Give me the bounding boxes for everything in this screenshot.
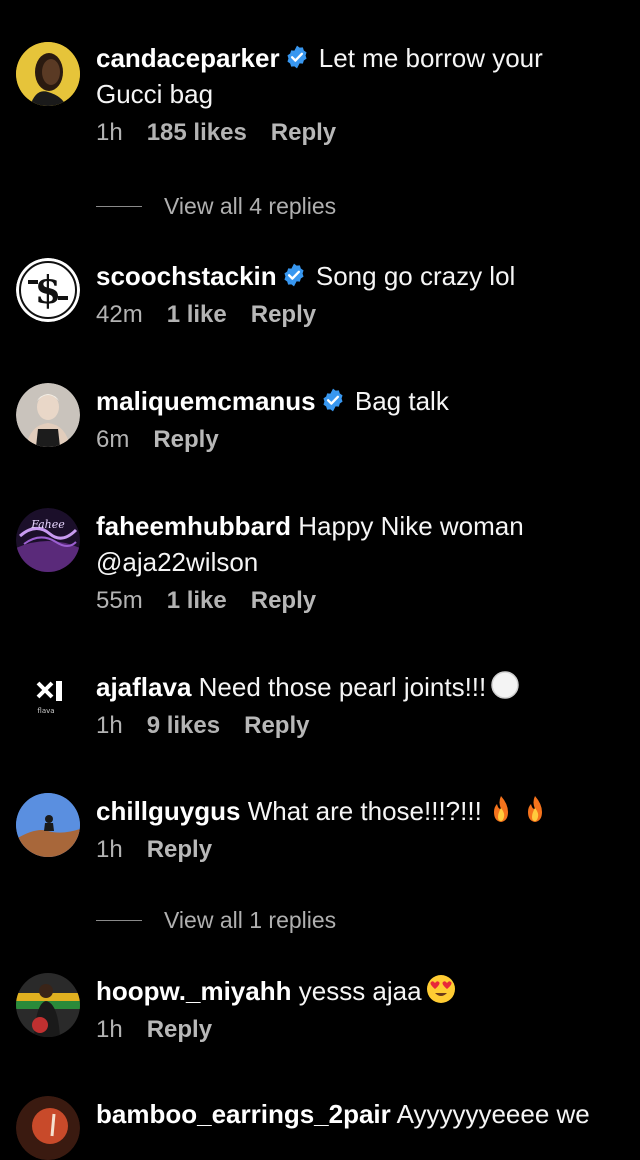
reply-button[interactable]: Reply	[271, 118, 336, 148]
avatar[interactable]: flava	[16, 669, 80, 733]
username[interactable]: scoochstackin	[96, 261, 277, 291]
likes-count[interactable]: 1 like	[167, 300, 227, 330]
timestamp: 1h	[96, 119, 123, 146]
timestamp: 42m	[96, 301, 143, 328]
verified-badge-icon	[287, 45, 307, 69]
reply-button[interactable]: Reply	[147, 1015, 212, 1045]
username[interactable]: candaceparker	[96, 43, 280, 73]
reply-button[interactable]: Reply	[153, 425, 218, 455]
comment-text: chillguygus What are those!!!?!!!	[96, 793, 612, 829]
reply-button[interactable]: Reply	[244, 711, 309, 741]
divider	[96, 206, 142, 207]
reply-button[interactable]: Reply	[147, 835, 212, 865]
comment-body: Bag talk	[354, 386, 449, 416]
username[interactable]: maliquemcmanus	[96, 386, 316, 416]
avatar[interactable]	[16, 973, 80, 1037]
avatar[interactable]	[16, 1096, 80, 1160]
reply-button[interactable]: Reply	[251, 300, 316, 330]
fire-emoji-icon	[527, 796, 542, 822]
comment-body: yesss ajaa	[298, 976, 422, 1006]
fire-emoji-icon	[493, 796, 508, 822]
comment-body: Ayyyyyyeeee we	[396, 1099, 590, 1129]
verified-badge-icon	[323, 388, 343, 412]
view-replies-label: View all 4 replies	[164, 193, 337, 219]
timestamp: 6m	[96, 426, 130, 453]
username[interactable]: ajaflava	[96, 672, 191, 702]
avatar[interactable]	[16, 383, 80, 447]
comment-body: Song go crazy lol	[315, 261, 516, 291]
comment-body: Need those pearl joints!!!	[198, 672, 487, 702]
username[interactable]: hoopw._miyahh	[96, 976, 292, 1006]
timestamp: 55m	[96, 587, 143, 614]
view-replies-button[interactable]: View all 4 replies	[96, 193, 336, 220]
svg-text:$: $	[35, 267, 61, 312]
reply-button[interactable]: Reply	[251, 586, 316, 616]
avatar[interactable]: $	[16, 258, 80, 322]
comment-text: hoopw._miyahh yesss ajaa	[96, 973, 612, 1009]
username[interactable]: bamboo_earrings_2pair	[96, 1099, 391, 1129]
username[interactable]: faheemhubbard	[96, 511, 291, 541]
likes-count[interactable]: 9 likes	[147, 711, 220, 741]
svg-text:flava: flava	[37, 707, 54, 715]
username[interactable]: chillguygus	[96, 796, 240, 826]
comment-text: scoochstackin Song go crazy lol	[96, 258, 612, 294]
divider	[96, 920, 142, 921]
heart-eyes-emoji-icon	[426, 975, 455, 1003]
comment-body: What are those!!!?!!!	[247, 796, 482, 826]
comment-text: candaceparker Let me borrow your Gucci b…	[96, 40, 612, 112]
comment-text: faheemhubbard Happy Nike woman @aja22wil…	[96, 508, 612, 580]
avatar[interactable]: Fahee	[16, 508, 80, 572]
comment-text: bamboo_earrings_2pair Ayyyyyyeeee we	[96, 1096, 612, 1132]
timestamp: 1h	[96, 836, 123, 863]
likes-count[interactable]: 1 like	[167, 586, 227, 616]
comment-text: maliquemcmanus Bag talk	[96, 383, 612, 419]
comment-text: ajaflava Need those pearl joints!!!	[96, 669, 612, 705]
avatar[interactable]	[16, 42, 80, 106]
view-replies-button[interactable]: View all 1 replies	[96, 907, 336, 934]
view-replies-label: View all 1 replies	[164, 907, 337, 933]
white-circle-emoji-icon	[491, 671, 520, 699]
timestamp: 1h	[96, 1016, 123, 1043]
timestamp: 1h	[96, 712, 123, 739]
verified-badge-icon	[284, 263, 304, 287]
avatar[interactable]	[16, 793, 80, 857]
likes-count[interactable]: 185 likes	[147, 118, 247, 148]
svg-text:Fahee: Fahee	[30, 518, 65, 531]
